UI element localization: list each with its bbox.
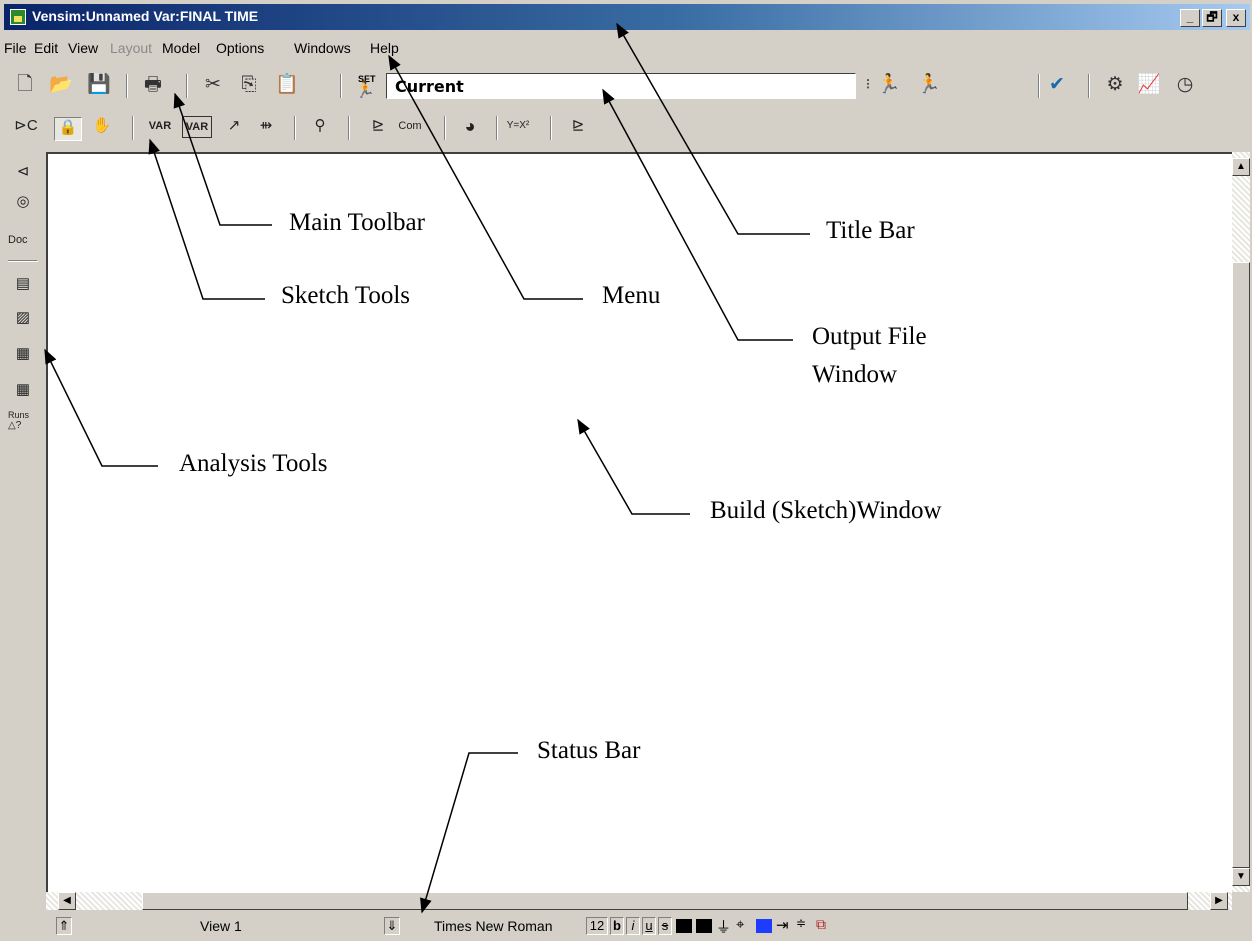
title-bar-label: Title Bar: [826, 217, 915, 244]
build-window-label: Build (Sketch)Window: [710, 497, 942, 524]
menu-arrow: [388, 54, 583, 300]
build-window-arrow: [577, 418, 690, 515]
status-bar-label: Status Bar: [537, 737, 641, 764]
title-bar-arrow: [616, 22, 810, 235]
status-bar-arrow: [420, 752, 518, 914]
sketch-tools-label: Sketch Tools: [281, 282, 411, 309]
main-toolbar-label: Main Toolbar: [289, 209, 425, 236]
main-toolbar-arrow: [173, 92, 272, 226]
menu-label: Menu: [602, 282, 661, 309]
output-window-label: Window: [812, 361, 898, 388]
sketch-tools-arrow: [148, 138, 265, 300]
output-file-label: Output File: [812, 323, 927, 350]
analysis-tools-arrow: [44, 348, 158, 467]
analysis-tools-label: Analysis Tools: [179, 450, 328, 477]
